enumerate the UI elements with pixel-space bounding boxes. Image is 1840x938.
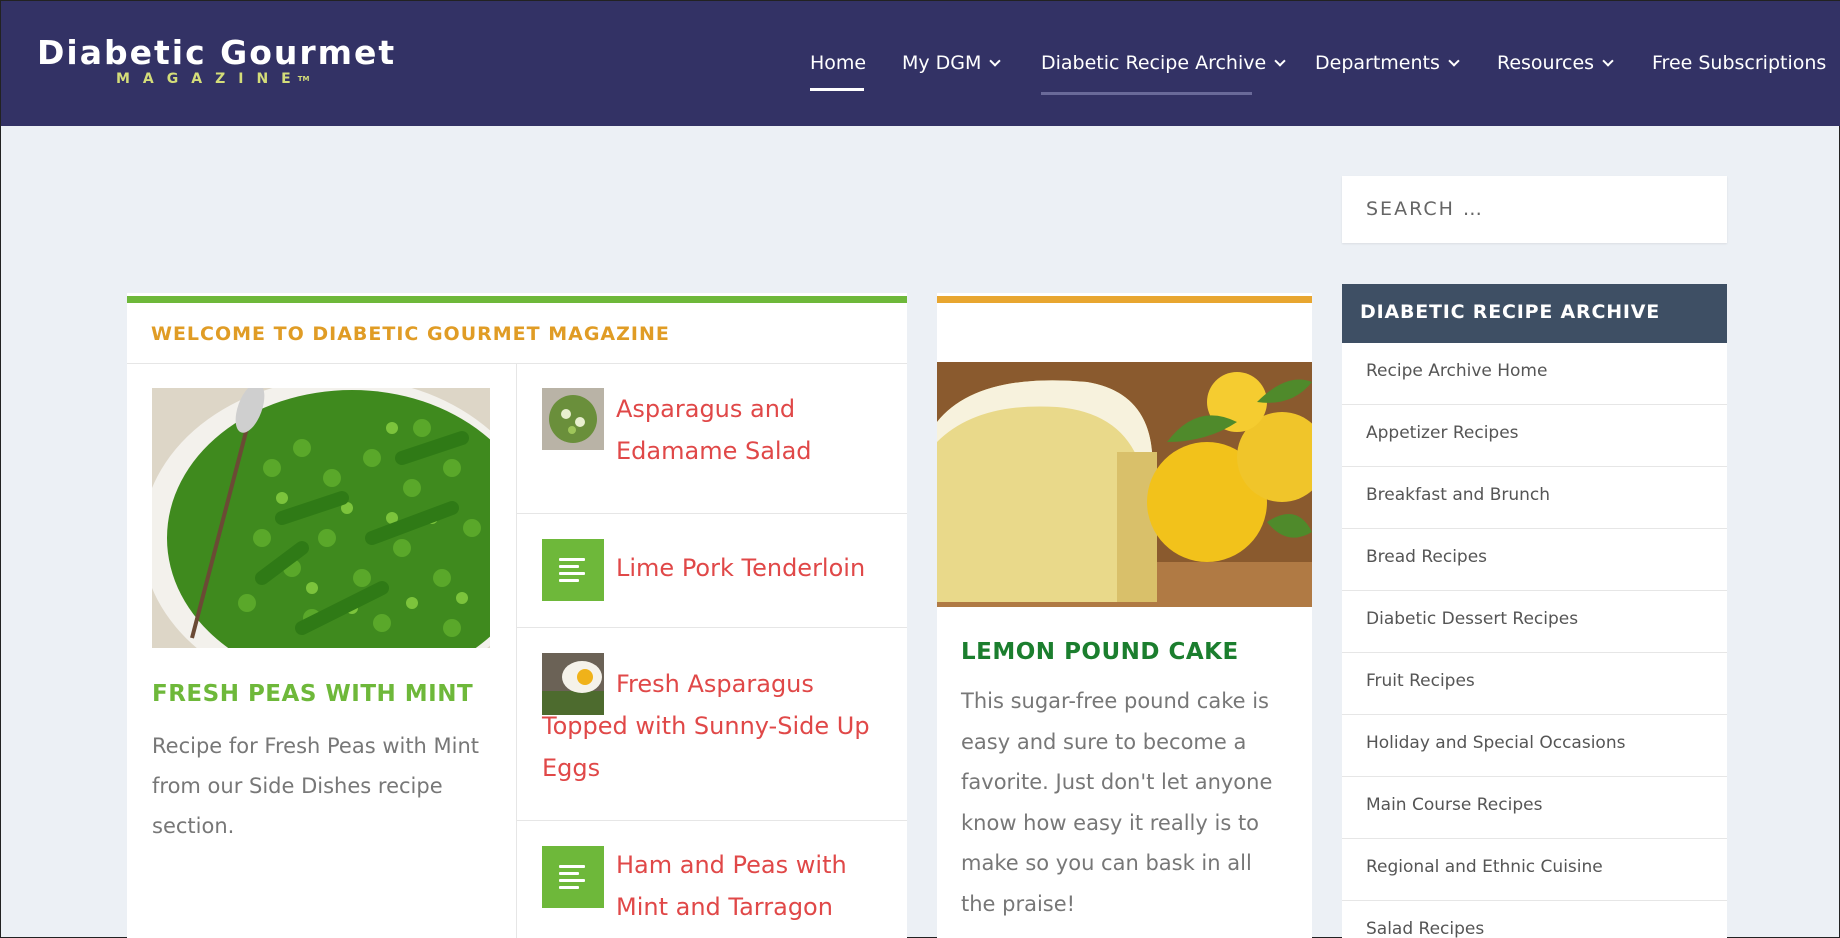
- featured-image-peas[interactable]: [152, 388, 490, 648]
- sidebar-item-label[interactable]: Regional and Ethnic Cuisine: [1366, 857, 1603, 877]
- sidebar-archive-list: Recipe Archive Home Appetizer Recipes Br…: [1342, 343, 1727, 938]
- sidebar-widget-header: DIABETIC RECIPE ARCHIVE: [1342, 284, 1727, 343]
- sidebar-item-label[interactable]: Bread Recipes: [1366, 547, 1487, 567]
- divider: [517, 820, 907, 821]
- sidebar-item-label[interactable]: Fruit Recipes: [1366, 671, 1475, 691]
- divider: [517, 513, 907, 514]
- sidebar-item-recipe-archive-home[interactable]: Recipe Archive Home: [1342, 343, 1727, 405]
- document-icon: [542, 846, 604, 908]
- nav-hover-underline: [1041, 92, 1252, 95]
- list-item-title[interactable]: Lime Pork Tenderloin: [616, 539, 872, 597]
- list-item-title[interactable]: Asparagus and Edamame Salad: [616, 388, 872, 472]
- sidebar-item-label[interactable]: Salad Recipes: [1366, 919, 1484, 938]
- featured-text: Recipe for Fresh Peas with Mint from our…: [152, 734, 480, 838]
- document-icon: [542, 539, 604, 601]
- card-accent-bar: [127, 296, 907, 303]
- sidebar-item-label[interactable]: Recipe Archive Home: [1366, 361, 1547, 381]
- search-input[interactable]: [1366, 194, 1696, 224]
- search-box: [1342, 176, 1727, 243]
- column-divider: [516, 364, 517, 938]
- nav-active-underline: [810, 88, 864, 91]
- nav-item-departments[interactable]: Departments: [1315, 51, 1460, 75]
- sidebar-item-holiday[interactable]: Holiday and Special Occasions: [1342, 715, 1727, 777]
- sidebar-item-dessert[interactable]: Diabetic Dessert Recipes: [1342, 591, 1727, 653]
- chevron-down-icon: [989, 54, 1002, 67]
- thumb-asparagus-salad: [542, 388, 604, 450]
- salad-photo: [542, 388, 604, 450]
- list-item[interactable]: Asparagus and Edamame Salad: [542, 388, 872, 472]
- divider: [127, 363, 907, 364]
- lemon-cake-text: This sugar-free pound cake is easy and s…: [961, 689, 1273, 916]
- featured-title[interactable]: FRESH PEAS WITH MINT: [152, 681, 473, 707]
- sidebar-item-breakfast[interactable]: Breakfast and Brunch: [1342, 467, 1727, 529]
- nav-label-my-dgm: My DGM: [902, 52, 982, 74]
- sidebar-item-label[interactable]: Main Course Recipes: [1366, 795, 1542, 815]
- nav-label-resources: Resources: [1497, 52, 1595, 74]
- peas-photo: [152, 388, 490, 648]
- card-accent-bar: [937, 296, 1312, 303]
- list-item[interactable]: Ham and Peas with Mint and Tarragon: [542, 846, 872, 928]
- sidebar-item-regional[interactable]: Regional and Ethnic Cuisine: [1342, 839, 1727, 901]
- featured-image-lemon-cake[interactable]: [937, 362, 1312, 607]
- list-item-title[interactable]: Ham and Peas with Mint and Tarragon: [616, 844, 872, 928]
- section-title: WELCOME TO DIABETIC GOURMET MAGAZINE: [151, 323, 670, 345]
- chevron-down-icon: [1602, 54, 1614, 67]
- sidebar-item-salad[interactable]: Salad Recipes: [1342, 901, 1727, 938]
- sidebar-item-appetizer[interactable]: Appetizer Recipes: [1342, 405, 1727, 467]
- list-item-title[interactable]: Fresh Asparagus Topped with Sunny-Side U…: [542, 663, 872, 789]
- sidebar-widget-title: DIABETIC RECIPE ARCHIVE: [1360, 301, 1661, 323]
- sidebar-item-bread[interactable]: Bread Recipes: [1342, 529, 1727, 591]
- nav-item-free-subscriptions[interactable]: Free Subscriptions: [1652, 51, 1826, 75]
- nav-item-home[interactable]: Home: [810, 51, 866, 75]
- lemon-cake-photo: [937, 362, 1312, 607]
- nav-item-my-dgm[interactable]: My DGM: [902, 51, 1002, 75]
- sidebar-item-label[interactable]: Breakfast and Brunch: [1366, 485, 1550, 505]
- sidebar-item-label[interactable]: Diabetic Dessert Recipes: [1366, 609, 1578, 629]
- sidebar-item-label[interactable]: Appetizer Recipes: [1366, 423, 1519, 443]
- divider: [517, 627, 907, 628]
- chevron-down-icon: [1448, 54, 1460, 67]
- nav-item-resources[interactable]: Resources: [1497, 51, 1614, 75]
- main-nav: Home My DGM Diabetic Recipe Archive Depa…: [1, 51, 1840, 95]
- sidebar-item-label[interactable]: Holiday and Special Occasions: [1366, 733, 1625, 753]
- chevron-down-icon: [1274, 54, 1286, 67]
- lemon-cake-title[interactable]: LEMON POUND CAKE: [961, 639, 1239, 665]
- nav-label-home: Home: [810, 52, 867, 74]
- nav-label-free-subscriptions: Free Subscriptions: [1652, 52, 1827, 74]
- site-header: Diabetic Gourmet MAGAZINETM Home My DGM …: [1, 1, 1840, 126]
- nav-item-recipe-archive[interactable]: Diabetic Recipe Archive: [1041, 51, 1286, 75]
- nav-label-departments: Departments: [1315, 52, 1440, 74]
- list-item[interactable]: Lime Pork Tenderloin: [542, 539, 872, 601]
- sidebar-item-fruit[interactable]: Fruit Recipes: [1342, 653, 1727, 715]
- nav-label-recipe-archive: Diabetic Recipe Archive: [1041, 52, 1267, 74]
- sidebar-item-main-course[interactable]: Main Course Recipes: [1342, 777, 1727, 839]
